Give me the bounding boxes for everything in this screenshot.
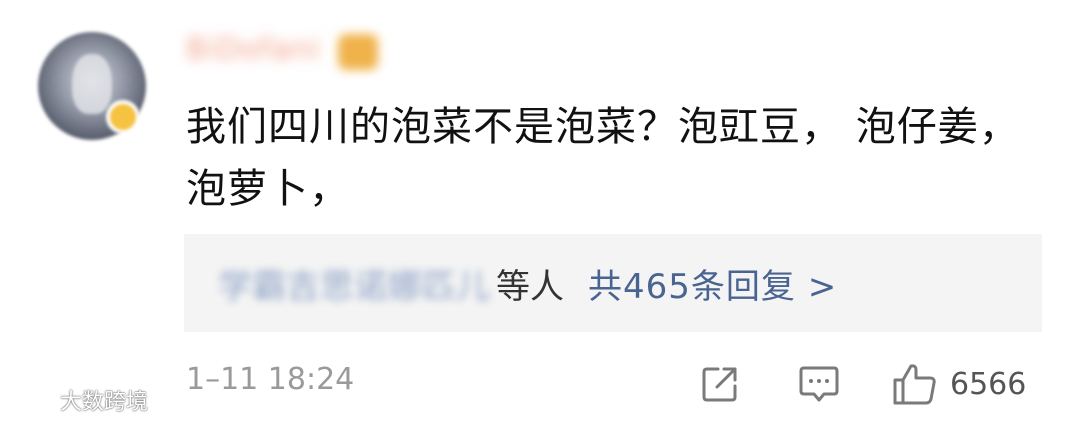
- watermark: 大数跨境: [8, 384, 148, 416]
- thumbs-up-icon: [893, 364, 936, 405]
- like-button[interactable]: 6566: [892, 362, 1026, 406]
- comment-timestamp: 1–11 18:24: [186, 362, 355, 397]
- comment-card: BiDofani 我们四川的泡菜不是泡菜？泡豇豆， 泡仔姜，泡萝卜， 学霸吉思诺…: [0, 0, 1080, 422]
- verified-badge-icon: [106, 100, 140, 134]
- share-button[interactable]: [700, 362, 740, 406]
- like-count: 6566: [950, 366, 1027, 402]
- user-level-badge-icon: [338, 34, 378, 70]
- share-icon: [702, 367, 737, 402]
- reply-summary[interactable]: 学霸吉思诺娜匹儿 等人 共465条回复 >: [184, 234, 1042, 332]
- view-replies-link[interactable]: 共465条回复 >: [588, 259, 837, 308]
- watermark-logo-icon: [10, 390, 54, 409]
- username[interactable]: BiDofani: [186, 32, 321, 67]
- reply-user-names: 学霸吉思诺娜匹儿: [218, 266, 490, 307]
- comment-button[interactable]: [798, 362, 840, 406]
- avatar-figure: [72, 54, 112, 114]
- watermark-text: 大数跨境: [60, 390, 149, 415]
- comment-icon: [799, 366, 839, 402]
- reply-names-suffix: 等人: [496, 266, 564, 307]
- comment-text: 我们四川的泡菜不是泡菜？泡豇豆， 泡仔姜，泡萝卜，: [186, 104, 1020, 212]
